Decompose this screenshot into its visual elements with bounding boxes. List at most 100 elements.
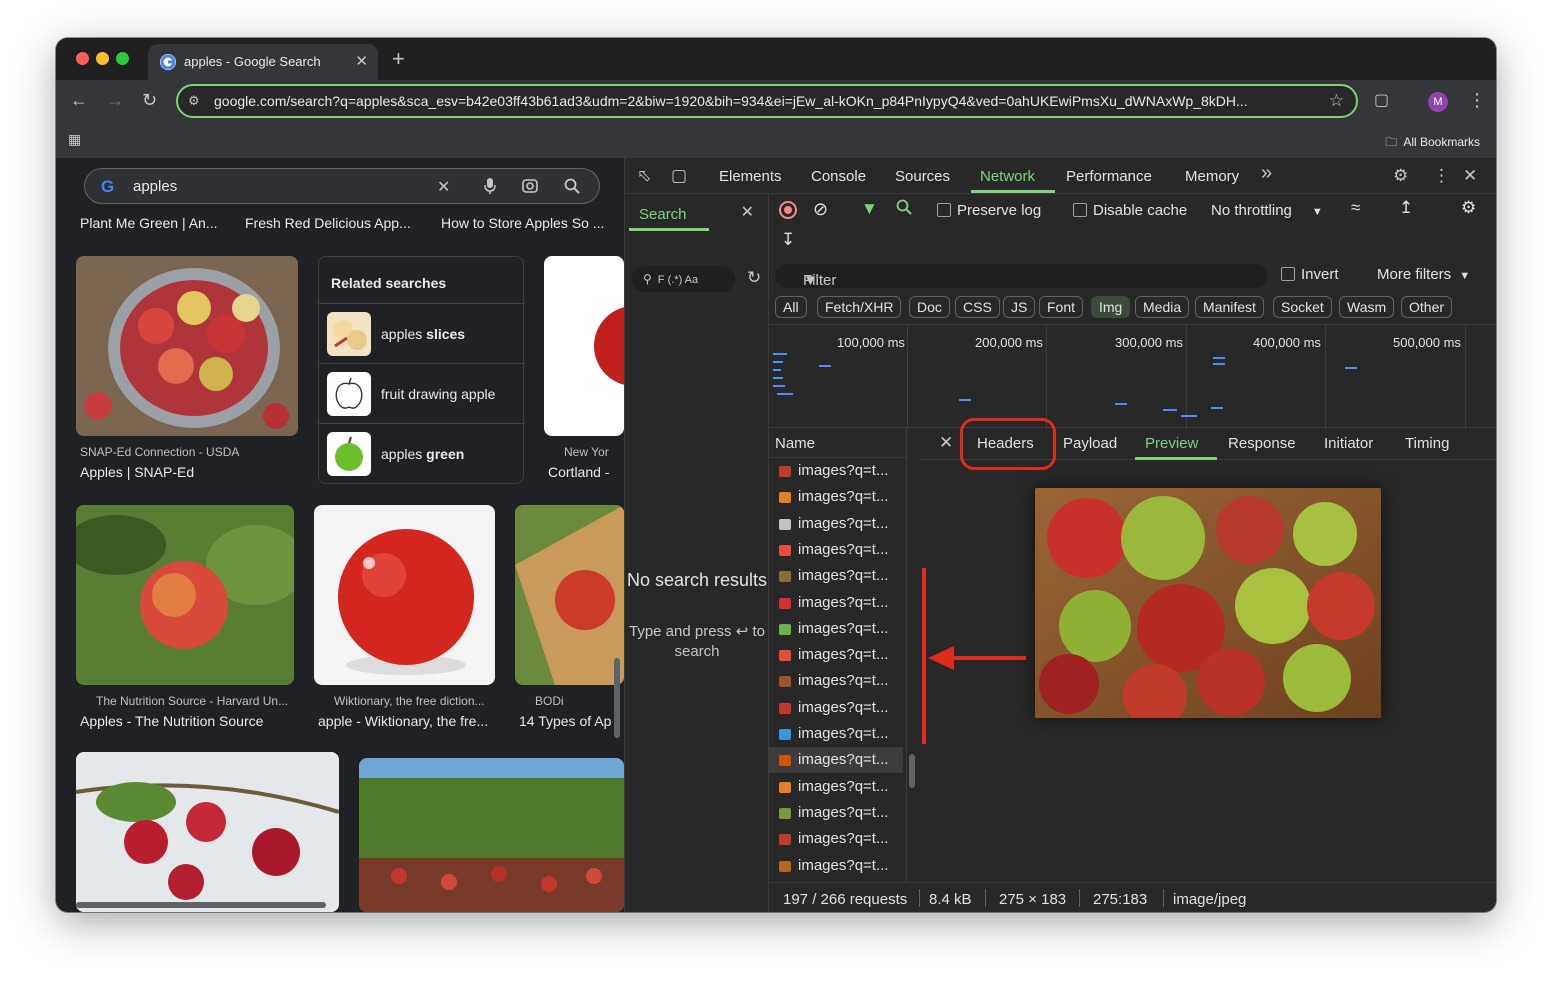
apps-grid-icon[interactable]: ▦ [68,131,81,148]
filter-input[interactable]: ▼ Filter [775,264,1267,289]
request-row[interactable]: images?q=t... [769,616,903,642]
filter-funnel-icon[interactable]: ▼ [861,199,878,219]
request-row[interactable]: images?q=t... [769,774,903,800]
export-har-icon[interactable]: ↧ [781,230,795,250]
related-item-apples-green[interactable]: apples green [319,423,525,483]
lens-camera-icon[interactable] [521,177,539,199]
related-item-fruit-drawing-apple[interactable]: fruit drawing apple [319,363,525,423]
detail-tab-preview[interactable]: Preview [1145,435,1198,452]
image-result-apple-crate[interactable] [515,505,624,685]
name-column-header[interactable]: Name [769,428,907,458]
close-devtools-icon[interactable]: ✕ [1463,166,1477,186]
image-result-apple-tree[interactable] [76,505,294,685]
request-row[interactable]: images?q=t... [769,826,903,852]
clear-search-icon[interactable]: ✕ [437,177,450,197]
image-result-apples-branch[interactable] [76,752,339,912]
forward-arrow-icon[interactable]: → [106,90,124,111]
type-filter-img[interactable]: Img [1091,296,1131,318]
tab-performance[interactable]: Performance [1066,168,1152,185]
request-row[interactable]: images?q=t... [769,695,903,721]
image-result-cortland[interactable] [544,256,624,436]
tab-console[interactable]: Console [811,168,866,185]
clear-icon[interactable]: ⊘ [813,199,828,220]
search-network-icon[interactable] [895,198,913,220]
device-toolbar-icon[interactable]: ▢ [671,166,687,186]
browser-tab[interactable]: apples - Google Search ✕ [148,44,378,80]
type-filter-other[interactable]: Other [1401,296,1453,318]
image-result-apples-bowl[interactable] [76,256,298,436]
zoom-window-button[interactable] [116,52,129,65]
inspect-element-icon[interactable]: ⬁ [637,166,651,186]
browser-menu-icon[interactable]: ⋮ [1468,90,1486,111]
back-arrow-icon[interactable]: ← [70,90,88,111]
request-row[interactable]: images?q=t... [769,853,903,879]
devtools-menu-icon[interactable]: ⋮ [1433,166,1450,186]
tab-memory[interactable]: Memory [1185,168,1239,185]
tab-sources[interactable]: Sources [895,168,950,185]
request-row[interactable]: images?q=t... [769,668,903,694]
chip-plant-me-green[interactable]: Plant Me Green | An... [80,215,217,231]
more-tabs-icon[interactable]: » [1261,162,1272,185]
request-row[interactable]: images?q=t... [769,642,903,668]
result-title[interactable]: apple - Wiktionary, the fre... [318,713,494,729]
all-bookmarks-button[interactable]: 🗀 All Bookmarks [1385,133,1480,154]
close-window-button[interactable] [76,52,89,65]
type-filter-css[interactable]: CSS [955,296,1000,318]
type-filter-doc[interactable]: Doc [909,296,950,318]
chip-fresh-red-delicious[interactable]: Fresh Red Delicious App... [245,215,411,231]
type-filter-fetch-xhr[interactable]: Fetch/XHR [817,296,902,318]
minimize-window-button[interactable] [96,52,109,65]
settings-gear-icon[interactable]: ⚙ [1393,166,1408,186]
close-search-icon[interactable]: ✕ [741,202,754,222]
reload-icon[interactable]: ↻ [142,90,157,111]
request-row[interactable]: images?q=t... [769,511,903,537]
request-row[interactable]: images?q=t... [769,537,903,563]
google-search-box[interactable]: G apples ✕ [84,168,600,204]
preserve-log-checkbox[interactable]: Preserve log [937,202,1041,219]
network-overview-timeline[interactable]: 100,000 ms 200,000 ms 300,000 ms 400,000… [769,324,1496,429]
request-row[interactable]: images?q=t... [769,563,903,589]
more-filters-dropdown[interactable]: More filters ▼ [1377,266,1470,283]
bookmark-star-icon[interactable]: ☆ [1329,91,1344,111]
invert-checkbox[interactable]: Invert [1281,266,1339,283]
request-row[interactable]: images?q=t... [769,458,903,484]
profile-avatar[interactable]: M [1428,92,1448,112]
request-list-scrollbar[interactable] [909,754,915,788]
image-result-orchard-bins[interactable] [359,758,624,912]
type-filter-js[interactable]: JS [1003,296,1036,318]
search-icon[interactable] [563,177,581,199]
detail-tab-initiator[interactable]: Initiator [1324,435,1373,452]
type-filter-media[interactable]: Media [1135,296,1190,318]
chip-how-to-store[interactable]: How to Store Apples So ... [441,215,604,231]
network-conditions-icon[interactable]: ≈ [1351,198,1360,218]
type-filter-manifest[interactable]: Manifest [1195,296,1264,318]
record-stop-icon[interactable] [779,201,797,219]
refresh-search-icon[interactable]: ↻ [747,268,761,288]
result-title[interactable]: Cortland - [548,464,624,480]
import-har-icon[interactable]: ↥ [1399,198,1413,218]
result-title[interactable]: Apples | SNAP-Ed [80,464,302,480]
related-item-apples-slices[interactable]: apples slices [319,303,525,363]
tab-network[interactable]: Network [980,168,1035,185]
detail-tab-timing[interactable]: Timing [1405,435,1449,452]
detail-tab-payload[interactable]: Payload [1063,435,1117,452]
type-filter-wasm[interactable]: Wasm [1339,296,1395,318]
throttling-select[interactable]: No throttling ▼ [1211,202,1323,219]
result-title[interactable]: 14 Types of Ap [519,713,624,729]
tab-elements[interactable]: Elements [719,168,782,185]
site-settings-icon[interactable]: ⚙ [188,93,200,109]
image-result-red-apple[interactable] [314,505,495,685]
request-row[interactable]: images?q=t... [769,590,903,616]
microphone-icon[interactable] [483,177,497,199]
result-title[interactable]: Apples - The Nutrition Source [80,713,298,729]
type-filter-all[interactable]: All [775,296,807,318]
type-filter-font[interactable]: Font [1039,296,1084,318]
search-input[interactable]: ⚲ F (.*) Aa [631,266,735,292]
search-drawer-title[interactable]: Search [639,206,687,223]
search-query[interactable]: apples [133,178,177,195]
disable-cache-checkbox[interactable]: Disable cache [1073,202,1187,219]
request-row[interactable]: images?q=t... [769,484,903,510]
search-tabs-icon[interactable]: ▢ [1374,90,1389,110]
network-settings-icon[interactable]: ⚙ [1461,198,1476,218]
close-detail-icon[interactable]: ✕ [939,433,953,453]
